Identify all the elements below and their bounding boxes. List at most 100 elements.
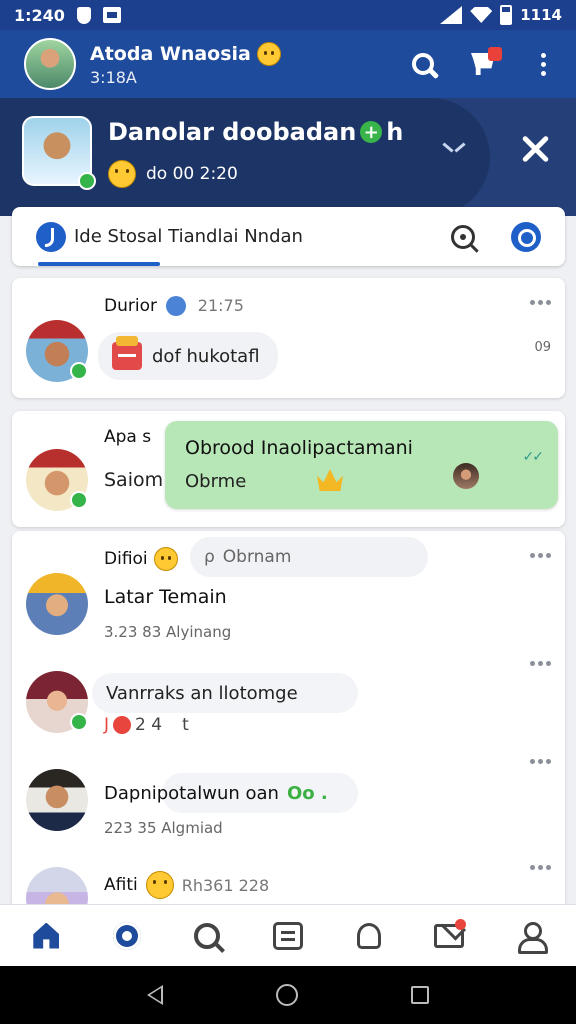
- feed-list-card: Difioi ρ Obrnam Latar Temain 3.23 83 Aly…: [12, 531, 565, 929]
- message-icon: [102, 7, 121, 23]
- close-button[interactable]: [520, 134, 550, 164]
- plus-icon[interactable]: +: [360, 121, 383, 143]
- header-subtitle: 3:18A: [90, 67, 137, 87]
- reaction-row[interactable]: J 2 4 t: [104, 715, 189, 735]
- search-icon: ρ: [204, 547, 215, 567]
- nav-plant[interactable]: [346, 913, 392, 959]
- cart-button[interactable]: [468, 47, 502, 79]
- status-time: 1:240: [14, 5, 65, 25]
- preview-text: Saiom: [104, 469, 164, 491]
- user-icon: [516, 921, 548, 954]
- heart-icon: [113, 716, 132, 734]
- pill-text: Obrnam: [222, 547, 292, 567]
- wifi-icon: [470, 7, 493, 23]
- online-indicator: [78, 172, 96, 190]
- search-icon: [194, 922, 221, 949]
- header-name-text: Atoda Wnaosia: [90, 42, 251, 65]
- gift-icon: [112, 336, 142, 370]
- header-text: Atoda Wnaosia 3:18A: [90, 41, 281, 87]
- header-name: Atoda Wnaosia: [90, 41, 281, 66]
- post-author: Difioi: [104, 547, 178, 571]
- avatar[interactable]: [26, 769, 88, 831]
- system-nav-bar: [0, 966, 576, 1024]
- author-name: Afiti: [104, 875, 138, 895]
- nav-profile[interactable]: [507, 913, 553, 959]
- more-menu-button[interactable]: [528, 49, 558, 79]
- banner-title: Danolar doobadan + h: [108, 118, 403, 146]
- smile-emoji-icon: [108, 160, 136, 188]
- smile-emoji-icon: [153, 547, 178, 571]
- banner-subtitle: do 00 2:20: [108, 160, 238, 188]
- read-check-icon: ✓✓: [522, 449, 545, 465]
- filter-icon[interactable]: [511, 221, 541, 252]
- post-title-row: Dapnipotalwun oan Oo .: [104, 783, 328, 804]
- bubble-subtitle: Obrme: [185, 471, 247, 492]
- bubble-title: Obrood Inaolipactamani: [185, 437, 413, 459]
- signal-icon: [440, 6, 463, 24]
- status-dots: Oo .: [286, 783, 328, 804]
- banner-title-text: Danolar doobadan: [108, 118, 357, 146]
- more-icon[interactable]: [530, 661, 551, 666]
- home-circle-icon[interactable]: [275, 984, 298, 1006]
- bottom-nav: [0, 904, 576, 966]
- online-indicator: [70, 362, 88, 380]
- emoji-icon: [145, 871, 174, 899]
- search-pill[interactable]: ρ Obrnam: [190, 537, 428, 577]
- avatar[interactable]: [24, 38, 76, 90]
- author-name: Difioi: [104, 549, 148, 569]
- author-name: Durior: [104, 296, 157, 316]
- banner-subtitle-text: do 00 2:20: [146, 164, 238, 184]
- tab-label[interactable]: Ide Stosal Tiandlai Nndan: [74, 226, 303, 247]
- search-button[interactable]: [408, 49, 438, 79]
- notification-dot: [455, 918, 467, 930]
- recents-icon[interactable]: [411, 986, 430, 1004]
- avatar[interactable]: [26, 573, 88, 635]
- battery-icon: [500, 5, 513, 25]
- post-author: Afiti Rh361 228: [104, 871, 269, 899]
- nav-mail[interactable]: [426, 913, 472, 959]
- app-logo-icon: [36, 221, 66, 252]
- online-indicator: [70, 713, 88, 731]
- post-title: Dapnipotalwun oan: [104, 783, 279, 804]
- smile-emoji-icon: [256, 41, 281, 66]
- chevron-down-icon[interactable]: [442, 138, 466, 162]
- battery-text: 1114: [520, 6, 562, 24]
- chat-bubble[interactable]: Obrood Inaolipactamani Obrme ✓✓: [165, 421, 558, 509]
- post-meta: 223 35 Algmiad: [104, 819, 223, 837]
- post-time: 21:75: [197, 296, 244, 315]
- message-pill[interactable]: Vanrraks an llotomge: [92, 673, 358, 713]
- post-meta: 3.23 83 Alyinang: [104, 623, 232, 641]
- post-title: Vanrraks an llotomge: [106, 682, 298, 704]
- online-indicator: [70, 491, 88, 509]
- message-text: dof hukotafl: [152, 345, 260, 367]
- nav-home[interactable]: [23, 913, 69, 959]
- message-pill[interactable]: dof hukotafl: [98, 332, 278, 380]
- crown-icon: [317, 469, 343, 491]
- post-meta: Rh361 228: [181, 875, 270, 895]
- nav-search[interactable]: [184, 913, 230, 959]
- post-author: Apa s: [104, 427, 152, 447]
- search-icon: [412, 53, 434, 75]
- banner-avatar[interactable]: [22, 116, 96, 190]
- app-header: Atoda Wnaosia 3:18A: [0, 30, 576, 98]
- home-icon: [33, 922, 60, 949]
- profile-banner: Danolar doobadan + h do 00 2:20: [0, 98, 576, 216]
- more-icon[interactable]: [530, 553, 551, 558]
- feed-card[interactable]: Durior 21:75 dof hukotafl 09: [12, 278, 565, 398]
- reaction-prefix: J: [104, 715, 110, 735]
- gear-icon: [112, 921, 141, 950]
- avatar[interactable]: [453, 463, 479, 489]
- kebab-icon: [540, 52, 546, 76]
- plant-icon: [356, 922, 381, 949]
- back-icon[interactable]: [146, 985, 163, 1005]
- tab-strip: Ide Stosal Tiandlai Nndan: [12, 207, 565, 266]
- search-icon[interactable]: [451, 224, 475, 249]
- more-icon[interactable]: [530, 865, 551, 870]
- shield-icon: [76, 6, 91, 24]
- more-icon[interactable]: [530, 300, 551, 305]
- nav-news[interactable]: [265, 913, 311, 959]
- side-count: 09: [534, 340, 551, 355]
- tab-indicator: [38, 262, 160, 266]
- more-icon[interactable]: [530, 759, 551, 764]
- nav-settings[interactable]: [104, 913, 150, 959]
